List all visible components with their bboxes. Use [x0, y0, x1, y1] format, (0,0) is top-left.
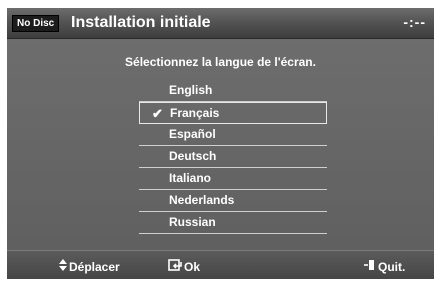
- up-down-arrows-icon: [59, 259, 67, 274]
- language-label: Français: [170, 106, 220, 120]
- language-label: Italiano: [169, 171, 212, 185]
- setup-screen: No Disc Installation initiale -:-- Sélec…: [7, 8, 434, 279]
- quit-hint[interactable]: Quit.: [364, 259, 405, 274]
- language-option-russian[interactable]: Russian: [139, 212, 327, 234]
- title-bar: No Disc Installation initiale -:--: [7, 8, 434, 39]
- language-option-italiano[interactable]: Italiano: [139, 168, 327, 190]
- language-label: Deutsch: [169, 149, 217, 163]
- language-option-deutsch[interactable]: Deutsch: [139, 146, 327, 168]
- enter-key-icon: [168, 259, 182, 274]
- footer-hints: Déplacer Ok Quit.: [7, 250, 434, 279]
- move-label: Déplacer: [69, 259, 120, 274]
- language-label: Español: [169, 127, 216, 141]
- quit-label: Quit.: [378, 259, 406, 274]
- clock-display: -:--: [403, 14, 426, 30]
- language-option-francais[interactable]: ✔ Français: [139, 102, 327, 124]
- language-option-nederlands[interactable]: Nederlands: [139, 190, 327, 212]
- language-label: Nederlands: [169, 193, 235, 207]
- checkmark-icon: ✔: [152, 106, 163, 121]
- ok-hint[interactable]: Ok: [168, 259, 200, 274]
- exit-door-icon: [364, 259, 376, 274]
- ok-label: Ok: [184, 259, 201, 274]
- language-label: English: [169, 83, 213, 97]
- language-option-espanol[interactable]: Español: [139, 124, 327, 146]
- no-disc-badge: No Disc: [12, 15, 60, 32]
- page-title: Installation initiale: [71, 14, 211, 31]
- language-label: Russian: [169, 215, 216, 229]
- language-list: English ✔ Français Español Deutsch Itali…: [139, 80, 327, 234]
- language-option-english[interactable]: English: [139, 80, 327, 102]
- move-hint: Déplacer: [59, 259, 120, 274]
- instruction-text: Sélectionnez la langue de l'écran.: [125, 55, 316, 69]
